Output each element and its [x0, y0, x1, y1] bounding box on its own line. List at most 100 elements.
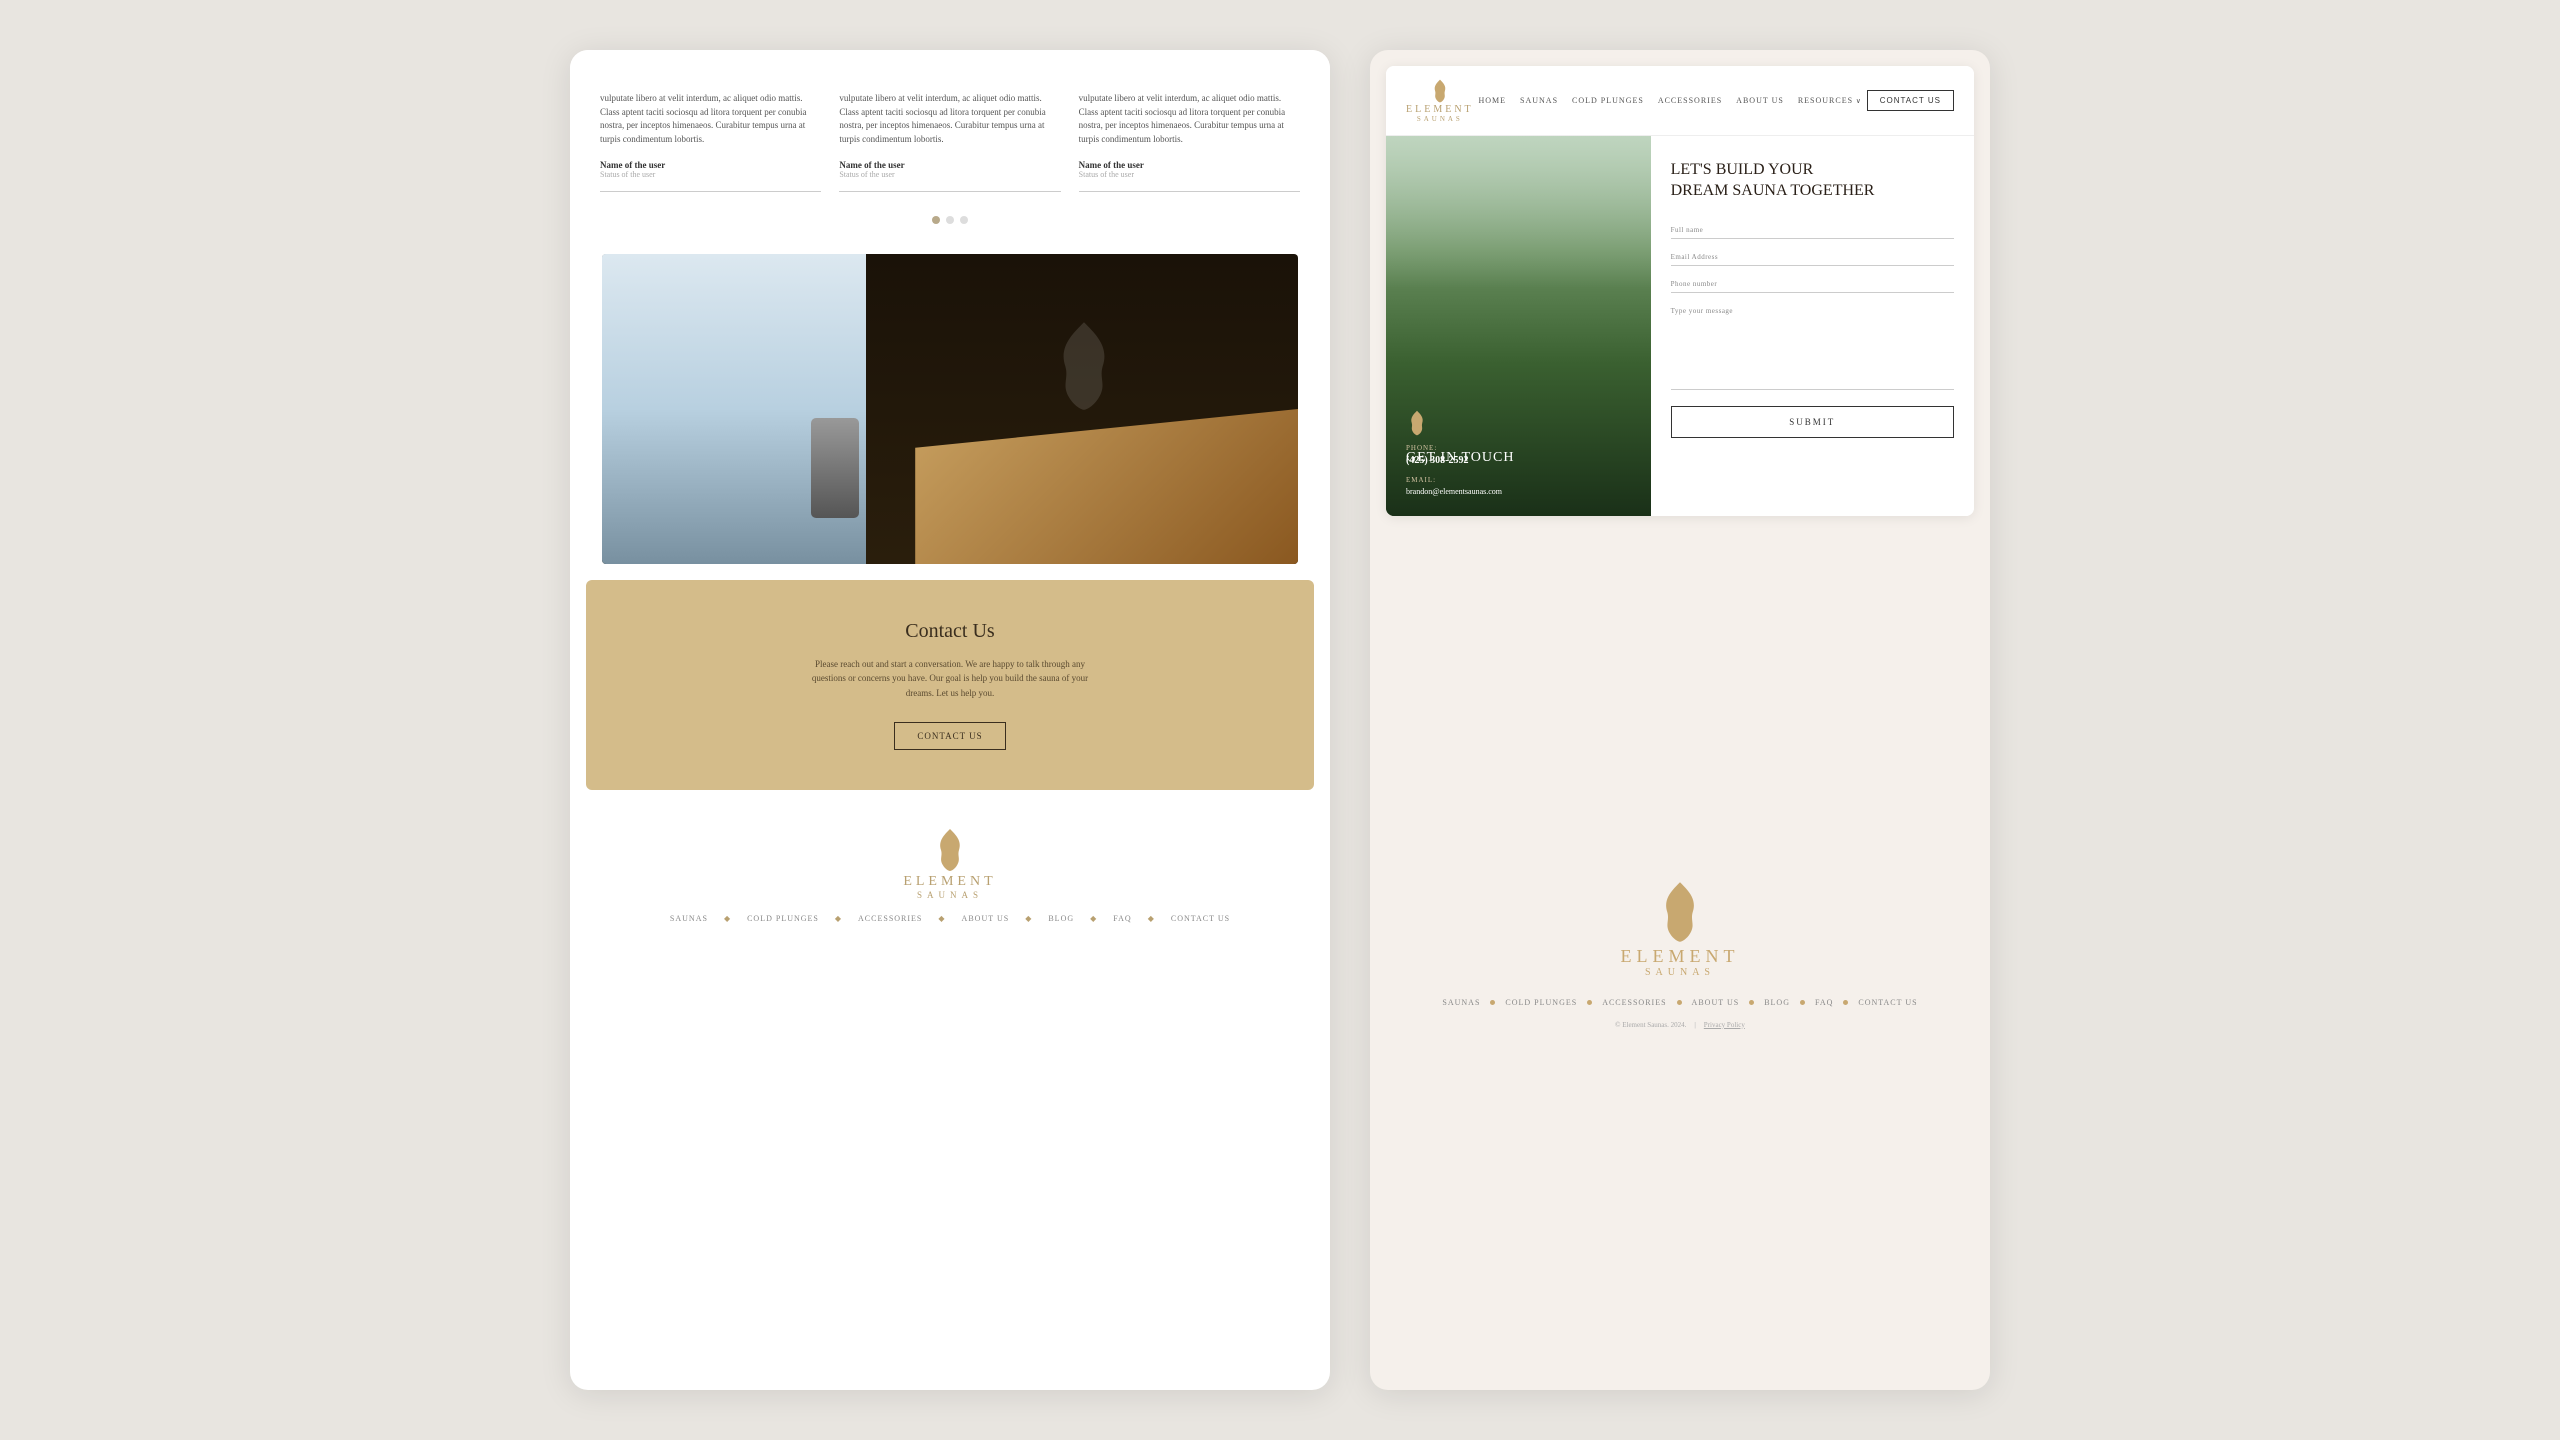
user-name-2: Name of the user	[839, 160, 1060, 170]
right-footer: ELEMENT SAUNAS SAUNAS COLD PLUNGES ACCES…	[1370, 516, 1990, 1390]
email-address-label: Email Address	[1671, 253, 1954, 261]
right-footer-dot-2	[1587, 1000, 1592, 1005]
testimonials-section: vulputate libero at velit interdum, ac a…	[570, 50, 1330, 254]
user-status-1: Status of the user	[600, 170, 821, 179]
nav-about-us[interactable]: ABOUT US	[1736, 96, 1784, 105]
email-value: brandon@elementsaunas.com	[1406, 487, 1502, 496]
testimonial-card-3: vulputate libero at velit interdum, ac a…	[1079, 80, 1300, 192]
nav-logo-text: ELEMENT	[1406, 104, 1474, 115]
nav-cold-plunges[interactable]: COLD PLUNGES	[1572, 96, 1644, 105]
footer-nav-dot-1: ◆	[724, 914, 731, 923]
footer-nav-dot-3: ◆	[938, 914, 945, 923]
flame-watermark	[1044, 316, 1124, 416]
phone-field: Phone number	[1671, 280, 1954, 293]
nav-saunas[interactable]: SAUNAS	[1520, 96, 1558, 105]
testimonial-text-2: vulputate libero at velit interdum, ac a…	[839, 92, 1060, 146]
nav-logo: ELEMENT SAUNAS	[1406, 78, 1474, 123]
right-footer-faq[interactable]: FAQ	[1815, 998, 1833, 1007]
right-footer-copyright: © Element Saunas. 2024.	[1615, 1021, 1686, 1029]
right-footer-saunas[interactable]: SAUNAS	[1442, 998, 1480, 1007]
footer-flame-icon	[932, 826, 968, 874]
message-line	[1671, 389, 1954, 390]
nav-links: HOME SAUNAS COLD PLUNGES ACCESSORIES ABO…	[1478, 96, 1861, 105]
contact-form-side: LET'S BUILD YOURDREAM SAUNA TOGETHER Ful…	[1651, 136, 1974, 516]
phone-number-label: Phone number	[1671, 280, 1954, 288]
contact-form-area: GET IN TOUCH PHONE: (425) 308-2592 EMAIL…	[1386, 136, 1974, 516]
testimonials-row: vulputate libero at velit interdum, ac a…	[600, 80, 1300, 192]
footer-nav-faq[interactable]: FAQ	[1113, 914, 1131, 923]
footer-nav-dot-5: ◆	[1090, 914, 1097, 923]
email-line	[1671, 265, 1954, 266]
user-name-3: Name of the user	[1079, 160, 1300, 170]
right-footer-blog[interactable]: BLOG	[1764, 998, 1790, 1007]
right-footer-accessories[interactable]: ACCESSORIES	[1602, 998, 1666, 1007]
dot-1[interactable]	[932, 216, 940, 224]
contact-info-block: PHONE: (425) 308-2592 EMAIL: brandon@ele…	[1406, 444, 1502, 496]
user-name-1: Name of the user	[600, 160, 821, 170]
right-footer-cold-plunges[interactable]: COLD PLUNGES	[1505, 998, 1577, 1007]
right-footer-logo: ELEMENT SAUNAS	[1621, 878, 1740, 978]
nav-home[interactable]: HOME	[1478, 96, 1506, 105]
sauna-heater	[811, 418, 859, 518]
contact-us-button[interactable]: CONTACT US	[894, 722, 1005, 750]
footer-nav-about-us[interactable]: ABOUT US	[962, 914, 1010, 923]
phone-label: PHONE:	[1406, 444, 1502, 452]
nav-flame-icon	[1430, 78, 1450, 104]
right-footer-flame-icon	[1654, 878, 1706, 946]
contact-page-mockup: ELEMENT SAUNAS HOME SAUNAS COLD PLUNGES …	[1386, 66, 1974, 516]
right-footer-dot-5	[1800, 1000, 1805, 1005]
contact-image-side: GET IN TOUCH PHONE: (425) 308-2592 EMAIL…	[1386, 136, 1651, 516]
email-label: EMAIL:	[1406, 476, 1502, 484]
right-footer-logo-sub: SAUNAS	[1645, 967, 1715, 978]
right-footer-nav: SAUNAS COLD PLUNGES ACCESSORIES ABOUT US…	[1442, 998, 1917, 1007]
right-footer-dot-6	[1843, 1000, 1848, 1005]
email-field: Email Address	[1671, 253, 1954, 266]
footer-nav-saunas[interactable]: SAUNAS	[670, 914, 708, 923]
sauna-image	[602, 254, 1298, 564]
footer-nav-dot-4: ◆	[1025, 914, 1032, 923]
dot-2[interactable]	[946, 216, 954, 224]
nav-resources[interactable]: RESOURCES	[1798, 96, 1862, 105]
footer-nav-blog[interactable]: BLOG	[1048, 914, 1074, 923]
right-footer-dot-1	[1490, 1000, 1495, 1005]
user-status-3: Status of the user	[1079, 170, 1300, 179]
nav-accessories[interactable]: ACCESSORIES	[1658, 96, 1722, 105]
right-footer-dot-4	[1749, 1000, 1754, 1005]
overlay-flame-icon	[1406, 409, 1428, 437]
footer-nav-contact-us[interactable]: CONTACT US	[1171, 914, 1230, 923]
right-footer-dot-3	[1677, 1000, 1682, 1005]
testimonial-card-1: vulputate libero at velit interdum, ac a…	[600, 80, 821, 192]
footer-nav-cold-plunges[interactable]: COLD PLUNGES	[747, 914, 819, 923]
footer-logo-text: ELEMENT	[903, 874, 996, 890]
nav-bar: ELEMENT SAUNAS HOME SAUNAS COLD PLUNGES …	[1386, 66, 1974, 136]
footer-nav: SAUNAS ◆ COLD PLUNGES ◆ ACCESSORIES ◆ AB…	[670, 914, 1230, 923]
message-field: Type your message	[1671, 307, 1954, 390]
footer-nav-accessories[interactable]: ACCESSORIES	[858, 914, 922, 923]
right-footer-separator: |	[1694, 1021, 1695, 1029]
footer-nav-dot-6: ◆	[1148, 914, 1155, 923]
testimonial-card-2: vulputate libero at velit interdum, ac a…	[839, 80, 1060, 192]
phone-value: (425) 308-2592	[1406, 455, 1502, 466]
carousel-dots	[600, 210, 1300, 234]
dot-3[interactable]	[960, 216, 968, 224]
testimonial-text-1: vulputate libero at velit interdum, ac a…	[600, 92, 821, 146]
mist-overlay	[1386, 136, 1651, 288]
nav-contact-button[interactable]: CONTACT US	[1867, 90, 1954, 111]
sauna-image-wrapper	[570, 254, 1330, 564]
contact-section-title: Contact Us	[616, 620, 1284, 643]
full-name-field: Full name	[1671, 226, 1954, 239]
right-footer-contact-us[interactable]: CONTACT US	[1858, 998, 1917, 1007]
message-label: Type your message	[1671, 307, 1954, 315]
right-footer-about-us[interactable]: ABOUT US	[1692, 998, 1740, 1007]
testimonial-text-3: vulputate libero at velit interdum, ac a…	[1079, 92, 1300, 146]
left-footer: ELEMENT SAUNAS SAUNAS ◆ COLD PLUNGES ◆ A…	[570, 806, 1330, 943]
footer-logo: ELEMENT SAUNAS	[903, 826, 996, 900]
right-footer-privacy[interactable]: Privacy Policy	[1704, 1021, 1745, 1029]
left-panel: vulputate libero at velit interdum, ac a…	[570, 50, 1330, 1390]
contact-section-description: Please reach out and start a conversatio…	[800, 657, 1100, 700]
phone-line	[1671, 292, 1954, 293]
submit-button[interactable]: SUBMIT	[1671, 406, 1954, 438]
form-title: LET'S BUILD YOURDREAM SAUNA TOGETHER	[1671, 160, 1954, 202]
footer-logo-sub: SAUNAS	[917, 890, 983, 900]
full-name-label: Full name	[1671, 226, 1954, 234]
